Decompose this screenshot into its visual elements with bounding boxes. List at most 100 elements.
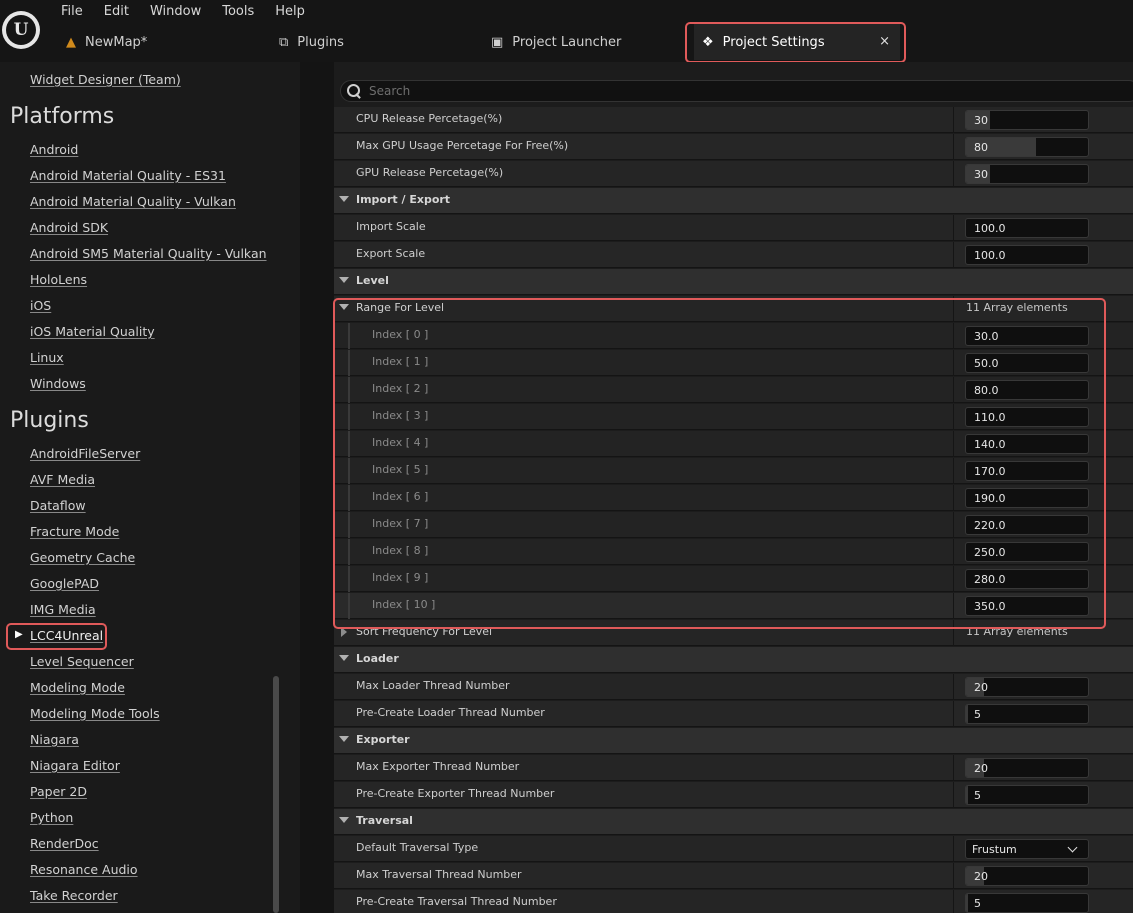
sidebar-item-avf-media[interactable]: AVF Media xyxy=(30,472,95,487)
tab-newmap[interactable]: ▲ NewMap* xyxy=(66,24,147,60)
numeric-input-range-value[interactable]: 220.0 xyxy=(965,515,1089,535)
property-row-sort-frequency[interactable]: Sort Frequency For Level 11 Array elemen… xyxy=(334,620,1133,646)
menu-file[interactable]: File xyxy=(61,4,83,20)
numeric-input-max-loader-threads[interactable]: 20 xyxy=(965,677,1089,697)
numeric-input-range-value[interactable]: 110.0 xyxy=(965,407,1089,427)
sidebar-item-modeling-mode-tools[interactable]: Modeling Mode Tools xyxy=(30,706,160,721)
array-element-row: Index [ 4 ] 140.0 xyxy=(334,431,1133,457)
sidebar-item-android-es31[interactable]: Android Material Quality - ES31 xyxy=(30,168,226,183)
numeric-input-max-exporter-threads[interactable]: 20 xyxy=(965,758,1089,778)
array-index-label: Index [ 9 ] xyxy=(372,571,429,584)
search-icon xyxy=(347,84,361,98)
numeric-input-range-value[interactable]: 140.0 xyxy=(965,434,1089,454)
numeric-input-precreate-exporter-threads[interactable]: 5 xyxy=(965,785,1089,805)
array-index-label: Index [ 10 ] xyxy=(372,598,436,611)
property-label: CPU Release Percetage(%) xyxy=(356,112,503,125)
sidebar-item-resonance-audio[interactable]: Resonance Audio xyxy=(30,862,138,877)
numeric-input-range-value[interactable]: 190.0 xyxy=(965,488,1089,508)
sidebar-item-hololens[interactable]: HoloLens xyxy=(30,272,87,287)
numeric-input-range-value[interactable]: 80.0 xyxy=(965,380,1089,400)
sidebar-item-androidfileserver[interactable]: AndroidFileServer xyxy=(30,446,140,461)
tab-project-launcher[interactable]: ▣ Project Launcher xyxy=(491,24,621,60)
sidebar-item-renderdoc[interactable]: RenderDoc xyxy=(30,836,99,851)
numeric-input-max-gpu[interactable]: 80 xyxy=(965,137,1089,157)
property-row-cpu-release: CPU Release Percetage(%) 30 xyxy=(334,107,1133,133)
search-input[interactable] xyxy=(369,84,1069,98)
collapse-arrow-icon[interactable] xyxy=(341,627,347,637)
numeric-input-gpu-release[interactable]: 30 xyxy=(965,164,1089,184)
array-index-label: Index [ 1 ] xyxy=(372,355,429,368)
menu-tools[interactable]: Tools xyxy=(222,4,254,20)
sidebar-item-niagara[interactable]: Niagara xyxy=(30,732,79,747)
property-row-range-for-level[interactable]: Range For Level 11 Array elements xyxy=(334,296,1133,322)
numeric-input-range-value[interactable]: 170.0 xyxy=(965,461,1089,481)
property-row-export-scale: Export Scale 100.0 xyxy=(334,242,1133,268)
numeric-input-range-value[interactable]: 50.0 xyxy=(965,353,1089,373)
expand-arrow-icon[interactable] xyxy=(339,304,349,310)
menu-help[interactable]: Help xyxy=(275,4,305,20)
array-element-row: Index [ 9 ] 280.0 xyxy=(334,566,1133,592)
sidebar-item-paper-2d[interactable]: Paper 2D xyxy=(30,784,87,799)
section-level[interactable]: Level xyxy=(334,269,1133,295)
sidebar-item-android-sm5[interactable]: Android SM5 Material Quality - Vulkan xyxy=(30,246,267,261)
numeric-input-cpu-release[interactable]: 30 xyxy=(965,110,1089,130)
unreal-logo-icon[interactable]: U xyxy=(2,11,40,49)
sidebar-item-take-recorder[interactable]: Take Recorder xyxy=(30,888,118,903)
array-index-label: Index [ 4 ] xyxy=(372,436,429,449)
expand-arrow-icon[interactable] xyxy=(339,736,349,742)
tab-plugins-label: Plugins xyxy=(297,34,344,50)
sidebar-item-ios[interactable]: iOS xyxy=(30,298,51,313)
sidebar-scrollbar[interactable] xyxy=(273,676,279,913)
sidebar-item-android-sdk[interactable]: Android SDK xyxy=(30,220,108,235)
expand-arrow-icon[interactable] xyxy=(339,277,349,283)
numeric-input-precreate-loader-threads[interactable]: 5 xyxy=(965,704,1089,724)
expand-arrow-icon[interactable] xyxy=(339,817,349,823)
expand-arrow-icon[interactable] xyxy=(339,196,349,202)
property-row-precreate-loader-threads: Pre-Create Loader Thread Number 5 xyxy=(334,701,1133,727)
property-row-default-traversal-type: Default Traversal Type Frustum xyxy=(334,836,1133,862)
search-bar xyxy=(340,80,1133,102)
property-label: Max GPU Usage Percetage For Free(%) xyxy=(356,139,569,152)
chevron-down-icon xyxy=(1067,842,1078,853)
sidebar-item-python[interactable]: Python xyxy=(30,810,73,825)
sidebar-item-ios-material[interactable]: iOS Material Quality xyxy=(30,324,155,339)
numeric-input-export-scale[interactable]: 100.0 xyxy=(965,245,1089,265)
section-exporter[interactable]: Exporter xyxy=(334,728,1133,754)
array-index-label: Index [ 6 ] xyxy=(372,490,429,503)
numeric-input-max-traversal-threads[interactable]: 20 xyxy=(965,866,1089,886)
sidebar-item-android-vulkan[interactable]: Android Material Quality - Vulkan xyxy=(30,194,236,209)
sidebar-item-linux[interactable]: Linux xyxy=(30,350,64,365)
sidebar-item-modeling-mode[interactable]: Modeling Mode xyxy=(30,680,125,695)
title-bar: U File Edit Window Tools Help ▲ NewMap* … xyxy=(0,0,1133,63)
sidebar-item-img-media[interactable]: IMG Media xyxy=(30,602,96,617)
sidebar-item-windows[interactable]: Windows xyxy=(30,376,86,391)
numeric-input-range-value[interactable]: 350.0 xyxy=(965,596,1089,616)
sidebar-item-widget-designer-team[interactable]: Widget Designer (Team) xyxy=(30,72,181,87)
array-element-row: Index [ 0 ] 30.0 xyxy=(334,323,1133,349)
numeric-input-range-value[interactable]: 250.0 xyxy=(965,542,1089,562)
sidebar-item-geometry-cache[interactable]: Geometry Cache xyxy=(30,550,135,565)
section-traversal[interactable]: Traversal xyxy=(334,809,1133,835)
section-import-export[interactable]: Import / Export xyxy=(334,188,1133,214)
numeric-input-precreate-traversal-threads[interactable]: 5 xyxy=(965,893,1089,913)
slider-fill xyxy=(966,705,969,723)
sidebar-item-fracture-mode[interactable]: Fracture Mode xyxy=(30,524,119,539)
sidebar-item-android[interactable]: Android xyxy=(30,142,78,157)
sidebar-item-dataflow[interactable]: Dataflow xyxy=(30,498,86,513)
property-row-precreate-exporter-threads: Pre-Create Exporter Thread Number 5 xyxy=(334,782,1133,808)
sidebar-item-niagara-editor[interactable]: Niagara Editor xyxy=(30,758,120,773)
sidebar-item-level-sequencer[interactable]: Level Sequencer xyxy=(30,654,134,669)
traversal-type-dropdown[interactable]: Frustum xyxy=(965,839,1089,859)
numeric-input-import-scale[interactable]: 100.0 xyxy=(965,218,1089,238)
section-loader[interactable]: Loader xyxy=(334,647,1133,673)
property-label: GPU Release Percetage(%) xyxy=(356,166,504,179)
expand-arrow-icon[interactable] xyxy=(339,655,349,661)
numeric-input-range-value[interactable]: 280.0 xyxy=(965,569,1089,589)
slider-fill xyxy=(966,894,969,912)
sidebar-item-googlepad[interactable]: GooglePAD xyxy=(30,576,99,591)
menu-window[interactable]: Window xyxy=(150,4,201,20)
menu-edit[interactable]: Edit xyxy=(104,4,129,20)
sidebar-section-platforms: Platforms xyxy=(10,104,115,129)
numeric-input-range-value[interactable]: 30.0 xyxy=(965,326,1089,346)
tab-plugins[interactable]: ⧉ Plugins xyxy=(279,24,344,60)
